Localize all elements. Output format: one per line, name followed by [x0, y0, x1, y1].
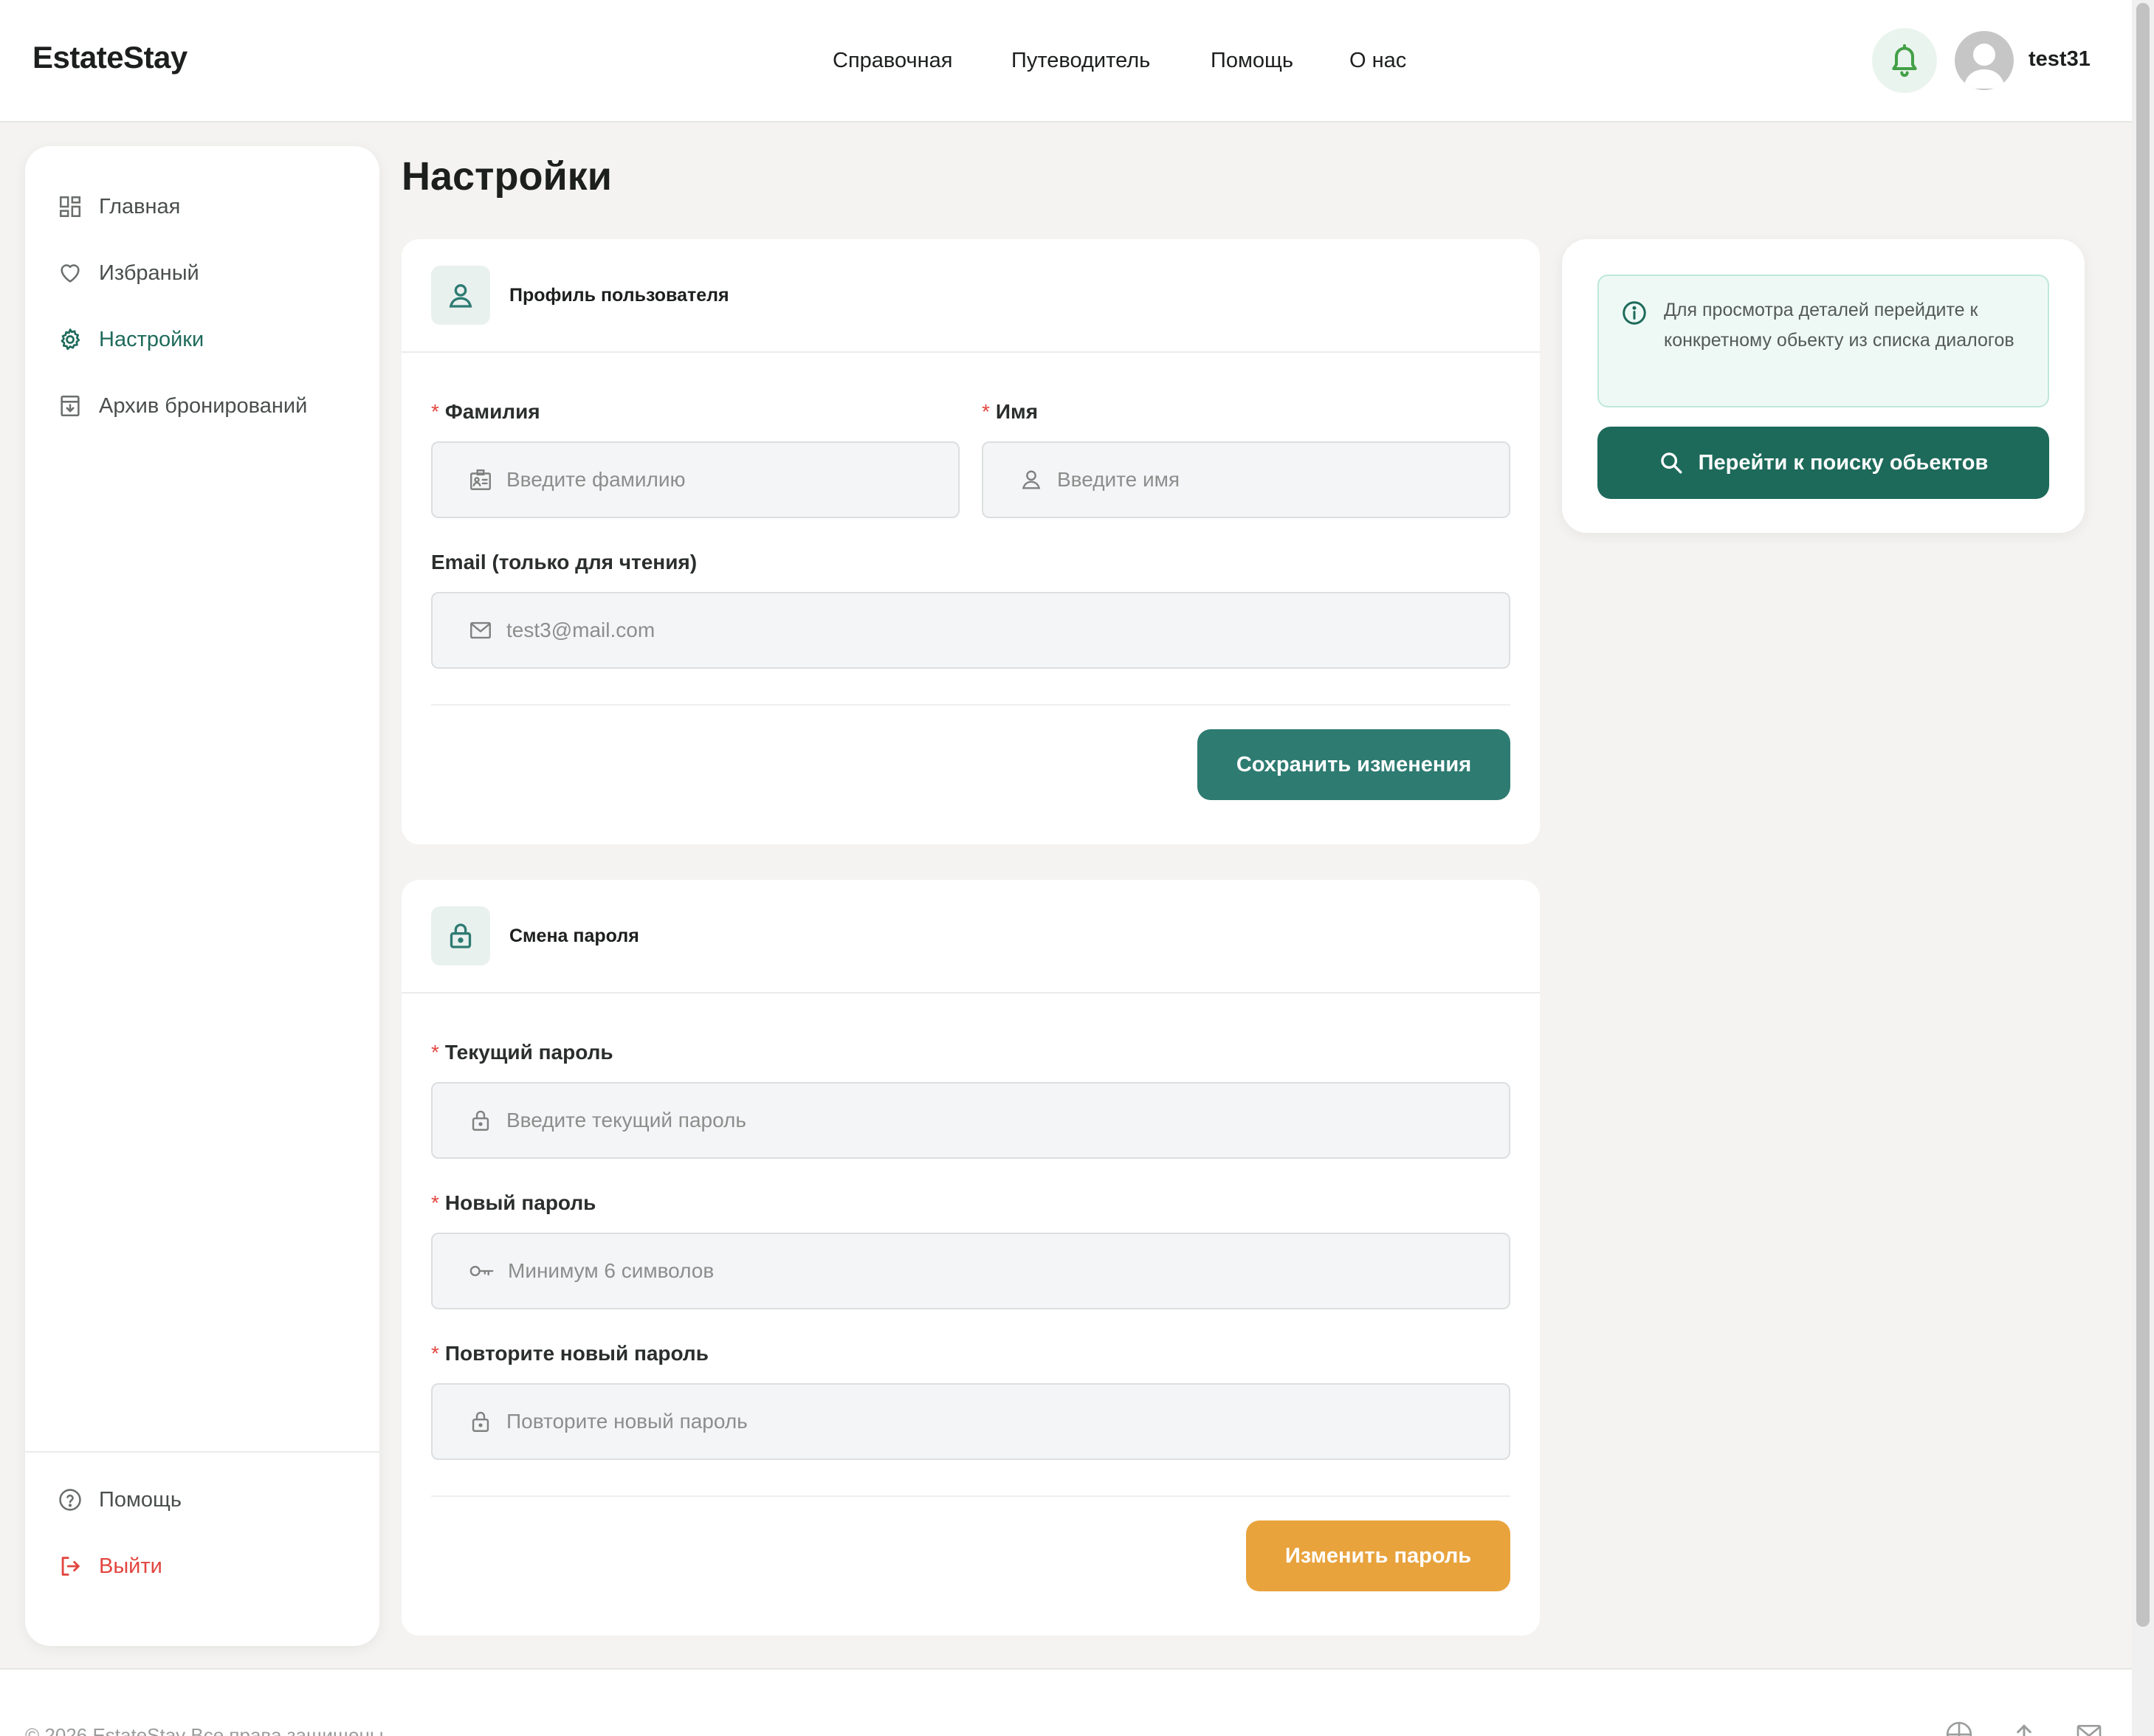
card-divider [402, 992, 1540, 993]
go-to-search-label: Перейти к поиску обьектов [1698, 450, 1989, 475]
save-changes-button[interactable]: Сохранить изменения [1197, 729, 1510, 800]
profile-card-header: Профиль пользователя [431, 266, 729, 325]
dashboard-icon [59, 196, 81, 218]
sidebar-divider [25, 1451, 379, 1453]
user-icon [1022, 470, 1041, 489]
top-header: EstateStay Справочная Путеводитель Помощ… [0, 0, 2132, 123]
current-password-input[interactable] [506, 1109, 1509, 1132]
last-name-field[interactable] [431, 441, 960, 518]
required-marker: * [431, 1342, 439, 1365]
copyright-text: © 2026 EstateStay Все права защищены [25, 1724, 384, 1736]
card-divider [402, 351, 1540, 353]
current-password-label-text: Текущий пароль [444, 1041, 613, 1064]
sidebar: Главная Избраный Настройки Архив брониро… [25, 146, 379, 1646]
first-name-label-text: Имя [995, 400, 1039, 423]
first-name-label: * Имя [982, 400, 1038, 424]
last-name-label: * Фамилия [431, 400, 540, 424]
sidebar-item-label: Избраный [99, 261, 199, 285]
email-field[interactable] [431, 592, 1510, 669]
nav-link-reference[interactable]: Справочная [833, 49, 952, 73]
username[interactable]: test31 [2029, 47, 2091, 72]
nav-link-guide[interactable]: Путеводитель [1011, 49, 1150, 73]
required-marker: * [431, 1191, 439, 1214]
first-name-field[interactable] [982, 441, 1510, 518]
required-marker: * [431, 1041, 439, 1064]
sidebar-item-booking-archive[interactable]: Архив бронирований [58, 384, 353, 428]
repeat-password-label-text: Повторите новый пароль [444, 1342, 709, 1365]
sidebar-item-label: Главная [99, 194, 181, 218]
sidebar-item-label: Помощь [99, 1487, 182, 1512]
logo[interactable]: EstateStay [32, 40, 187, 75]
current-password-field[interactable] [431, 1082, 1510, 1159]
info-text: Для просмотра деталей перейдите к конкре… [1664, 300, 2014, 351]
mail-icon [470, 621, 491, 639]
archive-icon [61, 395, 80, 417]
form-actions-divider [431, 704, 1510, 706]
gear-icon [61, 328, 80, 351]
go-to-search-button[interactable]: Перейти к поиску обьектов [1597, 427, 2049, 499]
key-icon [469, 1266, 494, 1276]
repeat-password-label: * Повторите новый пароль [431, 1342, 709, 1365]
logout-icon [61, 1557, 80, 1576]
nav-link-help[interactable]: Помощь [1211, 49, 1293, 73]
password-card-icon-tile [431, 906, 490, 965]
first-name-input[interactable] [1057, 468, 1509, 492]
required-marker: * [431, 400, 439, 423]
user-icon [449, 284, 472, 308]
search-icon [1660, 452, 1682, 474]
sidebar-item-home[interactable]: Главная [58, 185, 353, 229]
password-card: Смена пароля * Текущий пароль * Новый паро… [402, 880, 1540, 1636]
lock-icon [472, 1411, 489, 1432]
sidebar-item-logout[interactable]: Выйти [58, 1544, 353, 1588]
globe-icon[interactable] [1944, 1720, 1974, 1736]
user-silhouette-icon [1964, 44, 2005, 89]
last-name-input[interactable] [506, 468, 958, 492]
nav-link-about[interactable]: О нас [1349, 49, 1406, 73]
required-marker: * [982, 400, 990, 423]
sidebar-item-settings[interactable]: Настройки [58, 317, 353, 362]
right-panel: Для просмотра деталей перейдите к конкре… [1562, 239, 2085, 533]
last-name-label-text: Фамилия [444, 400, 540, 423]
help-circle-icon [59, 1489, 81, 1511]
email-input[interactable] [506, 619, 1509, 642]
heart-icon [61, 264, 80, 283]
email-label: Email (только для чтения) [431, 551, 698, 574]
sidebar-item-help[interactable]: Помощь [58, 1478, 353, 1522]
avatar[interactable] [1955, 31, 2014, 90]
form-actions-divider [431, 1495, 1510, 1497]
sidebar-item-favorites[interactable]: Избраный [58, 251, 353, 295]
password-card-header: Смена пароля [431, 906, 639, 965]
current-password-label: * Текущий пароль [431, 1041, 613, 1064]
lock-icon [450, 923, 472, 948]
info-notice: Для просмотра деталей перейдите к конкре… [1597, 275, 2049, 407]
id-card-icon [470, 469, 491, 490]
info-icon [1623, 301, 1646, 325]
footer: © 2026 EstateStay Все права защищены [0, 1668, 2132, 1736]
change-password-button[interactable]: Изменить пароль [1246, 1520, 1510, 1591]
repeat-password-field[interactable] [431, 1383, 1510, 1460]
new-password-field[interactable] [431, 1233, 1510, 1309]
new-password-label: * Новый пароль [431, 1191, 596, 1215]
mail-icon[interactable] [2074, 1720, 2104, 1736]
page-title: Настройки [402, 154, 612, 199]
profile-card-icon-tile [431, 266, 490, 325]
new-password-label-text: Новый пароль [444, 1191, 596, 1214]
arrow-up-icon[interactable] [2009, 1720, 2039, 1736]
profile-card: Профиль пользователя *Фамилия *Имя Email… [402, 239, 1540, 844]
bell-icon [1892, 44, 1917, 78]
profile-card-title: Профиль пользователя [509, 284, 729, 306]
notifications-button[interactable] [1872, 28, 1937, 93]
scrollbar-thumb[interactable] [2136, 3, 2150, 1627]
sidebar-item-label: Выйти [99, 1554, 162, 1578]
sidebar-item-label: Настройки [99, 327, 204, 351]
new-password-input[interactable] [508, 1259, 1509, 1283]
sidebar-item-label: Архив бронирований [99, 393, 308, 418]
repeat-password-input[interactable] [506, 1410, 1509, 1433]
password-card-title: Смена пароля [509, 925, 639, 946]
lock-icon [472, 1110, 489, 1131]
